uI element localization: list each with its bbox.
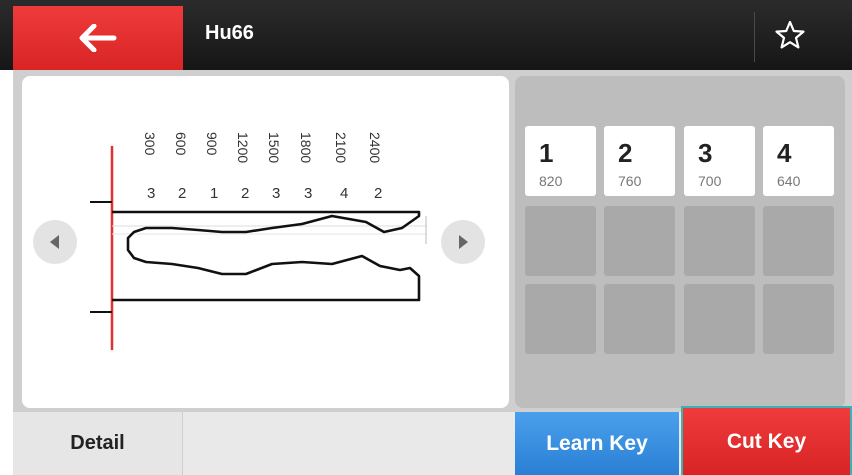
- empty-cut-cell[interactable]: [684, 206, 755, 276]
- cuts-panel: 1 820 2 760 3 700 4 640: [515, 76, 845, 408]
- detail-button[interactable]: Detail: [13, 412, 183, 475]
- empty-cut-cell[interactable]: [604, 284, 675, 354]
- back-button[interactable]: [13, 6, 183, 70]
- header-divider: [754, 12, 755, 62]
- cut-cell-2[interactable]: 2 760: [604, 126, 675, 196]
- empty-cut-cell[interactable]: [525, 284, 596, 354]
- cut-value: 640: [777, 173, 801, 189]
- cut-cell-3[interactable]: 3 700: [684, 126, 755, 196]
- empty-cut-cell[interactable]: [763, 206, 834, 276]
- key-blade-outline: [90, 146, 427, 350]
- star-outline-icon: [775, 20, 805, 49]
- empty-cut-cell[interactable]: [604, 206, 675, 276]
- cut-value: 760: [618, 173, 642, 189]
- empty-cut-cell[interactable]: [525, 206, 596, 276]
- favorite-button[interactable]: [770, 15, 810, 55]
- top-bar: Hu66: [0, 0, 852, 70]
- empty-cut-cell[interactable]: [684, 284, 755, 354]
- cut-key-button[interactable]: Cut Key: [681, 406, 852, 475]
- cut-number: 1: [539, 138, 554, 168]
- cut-cell-4[interactable]: 4 640: [763, 126, 834, 196]
- learn-key-button[interactable]: Learn Key: [515, 412, 679, 475]
- arrow-left-icon: [79, 24, 117, 52]
- page-title: Hu66: [205, 22, 254, 44]
- cut-value: 820: [539, 173, 563, 189]
- cut-number: 4: [777, 138, 792, 168]
- cut-value: 700: [698, 173, 722, 189]
- cut-cell-1[interactable]: 1 820: [525, 126, 596, 196]
- key-profile-panel: 300 600 900 1200 1500 1800 2100 2400 3 2…: [22, 76, 509, 408]
- cut-number: 2: [618, 138, 633, 168]
- cut-number: 3: [698, 138, 713, 168]
- empty-cut-cell[interactable]: [763, 284, 834, 354]
